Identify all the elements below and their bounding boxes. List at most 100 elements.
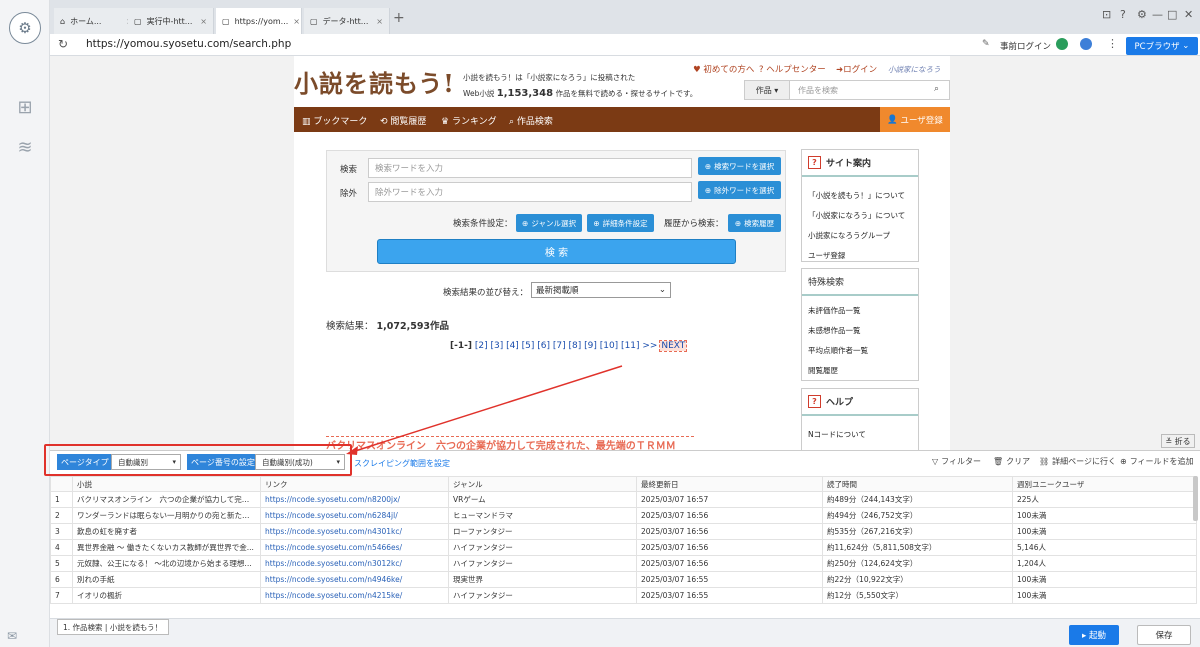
fold-button[interactable]: ≚ 折る: [1161, 434, 1195, 448]
genre-select-button[interactable]: ⊕ ジャンル選択: [516, 214, 582, 232]
table-row[interactable]: 3 歎息の虹を廃す者 https://ncode.syosetu.com/n4301…: [50, 523, 1197, 540]
filter-button[interactable]: ▽ フィルター: [932, 456, 981, 467]
row-index[interactable]: 7: [50, 587, 73, 604]
sidebox-link[interactable]: 小説家になろうグループ: [802, 225, 918, 245]
close-icon[interactable]: ×: [376, 17, 383, 26]
table-cell[interactable]: ワンダーランドは眠らない一月明かりの宛と新たな...: [72, 507, 261, 524]
add-field-button[interactable]: ⊕ フィールドを追加: [1120, 456, 1194, 467]
site-logo[interactable]: 小説を読もう!: [294, 64, 455, 99]
pc-browser-select[interactable]: PCブラウザ ⌄: [1126, 37, 1198, 55]
table-cell[interactable]: ハイファンタジー: [448, 539, 637, 556]
tab-data[interactable]: ▢ データ-htt... ×: [304, 8, 390, 34]
table-cell[interactable]: https://ncode.syosetu.com/n6284jl/: [260, 507, 449, 524]
table-cell[interactable]: 別れの手紙: [72, 571, 261, 588]
new-task-icon[interactable]: ⊞: [14, 96, 36, 118]
sidebox-link[interactable]: 未評価作品一覧: [802, 300, 918, 320]
table-cell[interactable]: バクリマスオンライン 六つの企業が協力して完成...: [72, 491, 261, 508]
column-header[interactable]: 小説: [72, 476, 261, 492]
table-cell[interactable]: 歎息の虹を廃す者: [72, 523, 261, 540]
row-index[interactable]: 4: [50, 539, 73, 556]
gift-icon[interactable]: ⊡: [1102, 8, 1111, 21]
table-cell[interactable]: https://ncode.syosetu.com/n4946ke/: [260, 571, 449, 588]
sort-select[interactable]: 最新掲載順 ⌄: [531, 282, 671, 298]
minimize-icon[interactable]: —: [1152, 8, 1163, 21]
search-submit-button[interactable]: 検 索: [377, 239, 736, 264]
table-cell[interactable]: イオリの楓折: [72, 587, 261, 604]
table-cell[interactable]: 約11,624分（5,811,508文字）: [822, 539, 1013, 556]
table-cell[interactable]: 約22分（10,922文字）: [822, 571, 1013, 588]
extension-icon[interactable]: [1056, 38, 1068, 50]
table-cell[interactable]: ハイファンタジー: [448, 587, 637, 604]
table-cell[interactable]: ハイファンタジー: [448, 555, 637, 572]
sidebox-link[interactable]: 「小説家になろう」について: [802, 205, 918, 225]
maximize-icon[interactable]: □: [1167, 8, 1177, 21]
row-index[interactable]: 2: [50, 507, 73, 524]
table-cell[interactable]: 100未満: [1012, 571, 1197, 588]
table-cell[interactable]: ローファンタジー: [448, 523, 637, 540]
task-tab[interactable]: 1. 作品検索 | 小説を読もう！: [57, 619, 169, 635]
row-index[interactable]: 3: [50, 523, 73, 540]
table-cell[interactable]: 100未満: [1012, 523, 1197, 540]
close-icon[interactable]: ×: [293, 17, 300, 26]
search-icon[interactable]: ⌕: [934, 84, 939, 94]
table-cell[interactable]: 異世界金融 ～ 働きたくないカス教師が異世界で金...: [72, 539, 261, 556]
pager-next-link[interactable]: NEXT: [659, 340, 688, 352]
column-header[interactable]: リンク: [260, 476, 449, 492]
nav-bookmark[interactable]: ▥ ブックマーク: [302, 114, 367, 127]
sidebox-link[interactable]: 平均点順作者一覧: [802, 340, 918, 360]
url-input[interactable]: https://yomou.syosetu.com/search.php: [86, 38, 291, 50]
nav-history[interactable]: ⟲ 閲覧履歴: [380, 114, 426, 127]
column-header[interactable]: 週別ユニークユーザ: [1012, 476, 1197, 492]
table-cell[interactable]: https://ncode.syosetu.com/n4215ke/: [260, 587, 449, 604]
table-row[interactable]: 7 イオリの楓折 https://ncode.syosetu.com/n4215ke…: [50, 587, 1197, 604]
row-index[interactable]: 6: [50, 571, 73, 588]
row-index[interactable]: 5: [50, 555, 73, 572]
search-category-select[interactable]: 作品 ▾: [744, 80, 790, 100]
more-icon[interactable]: ⋮: [1107, 37, 1118, 50]
link-login[interactable]: ➜ログイン: [836, 63, 877, 75]
run-button[interactable]: ▸ 起動: [1069, 625, 1119, 645]
table-cell[interactable]: 225人: [1012, 491, 1197, 508]
sidebox-link[interactable]: Nコードについて: [802, 424, 918, 444]
column-header[interactable]: 最終更新日: [636, 476, 823, 492]
table-cell[interactable]: 100未満: [1012, 507, 1197, 524]
mail-icon[interactable]: ✉: [7, 629, 17, 643]
prelogin-button[interactable]: 事前ログイン: [1000, 40, 1051, 52]
tab-running[interactable]: ▢ 実行中-htt... ×: [128, 8, 214, 34]
column-header[interactable]: ジャンル: [448, 476, 637, 492]
register-button[interactable]: 👤 ユーザ登録: [880, 107, 950, 132]
table-cell[interactable]: 1,204人: [1012, 555, 1197, 572]
layers-icon[interactable]: ≋: [14, 136, 36, 158]
table-cell[interactable]: VRゲーム: [448, 491, 637, 508]
table-row[interactable]: 5 元奴隷、公王になる！ ～北の辺境から始まる理想の... https://ncod…: [50, 555, 1197, 572]
link-help-center[interactable]: ? ヘルプセンター: [759, 63, 826, 75]
scope-setting-link[interactable]: スクレイピング範囲を設定: [354, 458, 450, 469]
select-keyword-button[interactable]: ⊕ 検索ワードを選択: [698, 157, 781, 175]
table-cell[interactable]: 2025/03/07 16:56: [636, 523, 823, 540]
clear-button[interactable]: 🗑 クリア: [993, 456, 1030, 467]
table-cell[interactable]: https://ncode.syosetu.com/n3012kc/: [260, 555, 449, 572]
close-icon[interactable]: ×: [200, 17, 207, 26]
first-result-title[interactable]: バクリマスオンライン 六つの企業が協力して完成された、最先端のＴＲＭＭ: [326, 436, 694, 450]
exclude-input[interactable]: 除外ワードを入力: [368, 182, 692, 202]
table-cell[interactable]: 約494分（246,752文字）: [822, 507, 1013, 524]
table-row[interactable]: 4 異世界金融 ～ 働きたくないカス教師が異世界で金... https://ncod…: [50, 539, 1197, 556]
keyword-input[interactable]: 検索ワードを入力: [368, 158, 692, 178]
close-window-icon[interactable]: ✕: [1184, 8, 1193, 21]
go-detail-button[interactable]: ⛓ 詳細ページに行く: [1039, 456, 1116, 467]
settings-icon[interactable]: ⚙: [1137, 8, 1147, 21]
table-cell[interactable]: 2025/03/07 16:56: [636, 555, 823, 572]
table-row[interactable]: 6 別れの手紙 https://ncode.syosetu.com/n4946ke/…: [50, 571, 1197, 588]
table-cell[interactable]: 2025/03/07 16:56: [636, 507, 823, 524]
search-history-button[interactable]: ⊕ 検索履歴: [728, 214, 781, 232]
sidebox-link[interactable]: ユーザ登録: [802, 245, 918, 265]
sidebox-link[interactable]: 「小説を読もう！」について: [802, 185, 918, 205]
help-icon[interactable]: ?: [1120, 8, 1126, 21]
save-button[interactable]: 保存: [1137, 625, 1191, 645]
table-cell[interactable]: 約250分（124,624文字）: [822, 555, 1013, 572]
detail-condition-button[interactable]: ⊕ 詳細条件設定: [587, 214, 654, 232]
table-cell[interactable]: https://ncode.syosetu.com/n8200jx/: [260, 491, 449, 508]
user-icon[interactable]: [1080, 38, 1092, 50]
reload-icon[interactable]: ↻: [58, 37, 68, 51]
pager-pages[interactable]: [2] [3] [4] [5] [6] [7] [8] [9] [10] [11…: [475, 341, 658, 351]
